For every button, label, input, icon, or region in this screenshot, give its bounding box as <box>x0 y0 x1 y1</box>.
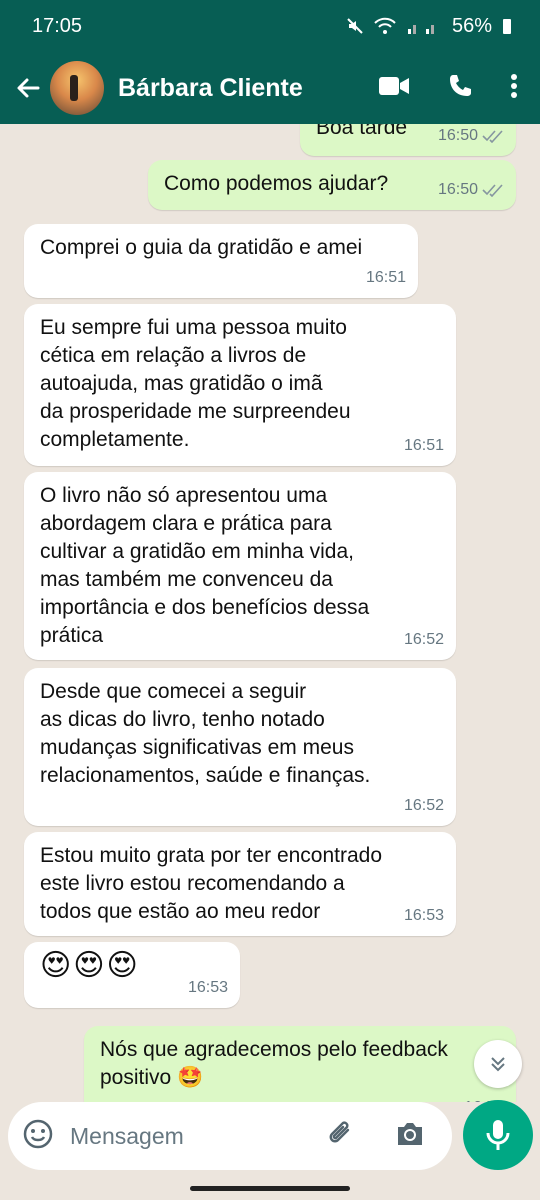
message-text: Nós que agradecemos pelo feedback positi… <box>100 1038 448 1089</box>
more-vert-icon <box>511 73 517 98</box>
more-options-button[interactable] <box>510 73 518 104</box>
double-check-icon <box>482 130 503 143</box>
phone-icon <box>450 74 471 96</box>
message-incoming[interactable]: 😍😍😍 16:53 <box>24 942 240 1008</box>
system-nav-bar <box>0 1176 540 1200</box>
video-call-icon <box>379 76 409 95</box>
contact-name[interactable]: Bárbara Cliente <box>118 74 378 103</box>
message-input[interactable] <box>70 1122 310 1150</box>
scroll-to-bottom-button[interactable] <box>474 1040 522 1088</box>
signal-icon <box>407 25 434 34</box>
avatar[interactable] <box>50 61 104 115</box>
message-text: O livro não só apresentou uma abordagem … <box>40 484 370 647</box>
message-text: Boa tarde <box>316 124 408 139</box>
message-incoming[interactable]: Estou muito grata por ter encontrado est… <box>24 832 456 936</box>
message-time: 16:51 <box>365 269 406 286</box>
mute-icon <box>347 18 363 34</box>
voice-call-button[interactable] <box>446 72 474 105</box>
chevron-down-icon <box>491 1057 505 1072</box>
status-icons: 56% <box>346 15 512 38</box>
double-check-icon <box>482 184 503 197</box>
message-outgoing[interactable]: Boa tarde 16:50 <box>300 124 516 156</box>
message-outgoing[interactable]: Nós que agradecemos pelo feedback positi… <box>84 1026 516 1102</box>
time-label: 16:50 <box>437 127 478 144</box>
status-bar: 17:05 56% <box>0 0 540 52</box>
message-time: 16:53 <box>403 907 444 924</box>
mic-icon <box>486 1120 510 1150</box>
message-text: Como podemos ajudar? <box>164 172 389 195</box>
camera-icon <box>398 1122 422 1145</box>
back-button[interactable] <box>6 74 50 102</box>
battery-icon <box>503 19 511 34</box>
message-text: Comprei o guia da gratidão e amei <box>40 236 363 259</box>
voice-record-button[interactable] <box>463 1100 533 1170</box>
message-time: 16:50 <box>438 124 504 150</box>
message-outgoing[interactable]: Como podemos ajudar? 16:50 <box>148 160 516 210</box>
status-time: 17:05 <box>32 14 83 37</box>
back-arrow-icon <box>17 78 40 98</box>
message-time: 16:53 <box>187 979 228 996</box>
emoji-button[interactable] <box>22 1118 54 1155</box>
message-time: 16:52 <box>403 631 444 648</box>
battery-level: 56% <box>451 14 492 37</box>
time-label: 16:50 <box>437 181 478 198</box>
emoji-icon <box>23 1119 53 1148</box>
video-call-button[interactable] <box>378 75 410 102</box>
message-incoming[interactable]: Eu sempre fui uma pessoa muito cética em… <box>24 304 456 466</box>
home-handle[interactable] <box>190 1186 350 1191</box>
message-incoming[interactable]: Comprei o guia da gratidão e amei 16:51 <box>24 224 418 298</box>
chat-header: Bárbara Cliente <box>0 52 540 124</box>
message-incoming[interactable]: Desde que comecei a seguir as dicas do l… <box>24 668 456 826</box>
message-time: 16:51 <box>403 437 444 454</box>
camera-button[interactable] <box>394 1120 426 1153</box>
wifi-icon <box>374 17 396 34</box>
message-text: 😍😍😍 <box>40 949 140 982</box>
message-text: Eu sempre fui uma pessoa muito cética em… <box>40 316 351 451</box>
attach-button[interactable] <box>326 1119 356 1154</box>
chat-area[interactable]: Boa tarde 16:50 Como podemos ajudar? 16:… <box>0 124 540 1102</box>
message-time: 16:50 <box>438 176 504 204</box>
message-text: Desde que comecei a seguir as dicas do l… <box>40 680 371 787</box>
message-time: 16:52 <box>403 797 444 814</box>
message-incoming[interactable]: O livro não só apresentou uma abordagem … <box>24 472 456 660</box>
attach-icon <box>329 1121 350 1142</box>
message-text: Estou muito grata por ter encontrado est… <box>40 844 383 923</box>
message-composer <box>8 1102 452 1170</box>
